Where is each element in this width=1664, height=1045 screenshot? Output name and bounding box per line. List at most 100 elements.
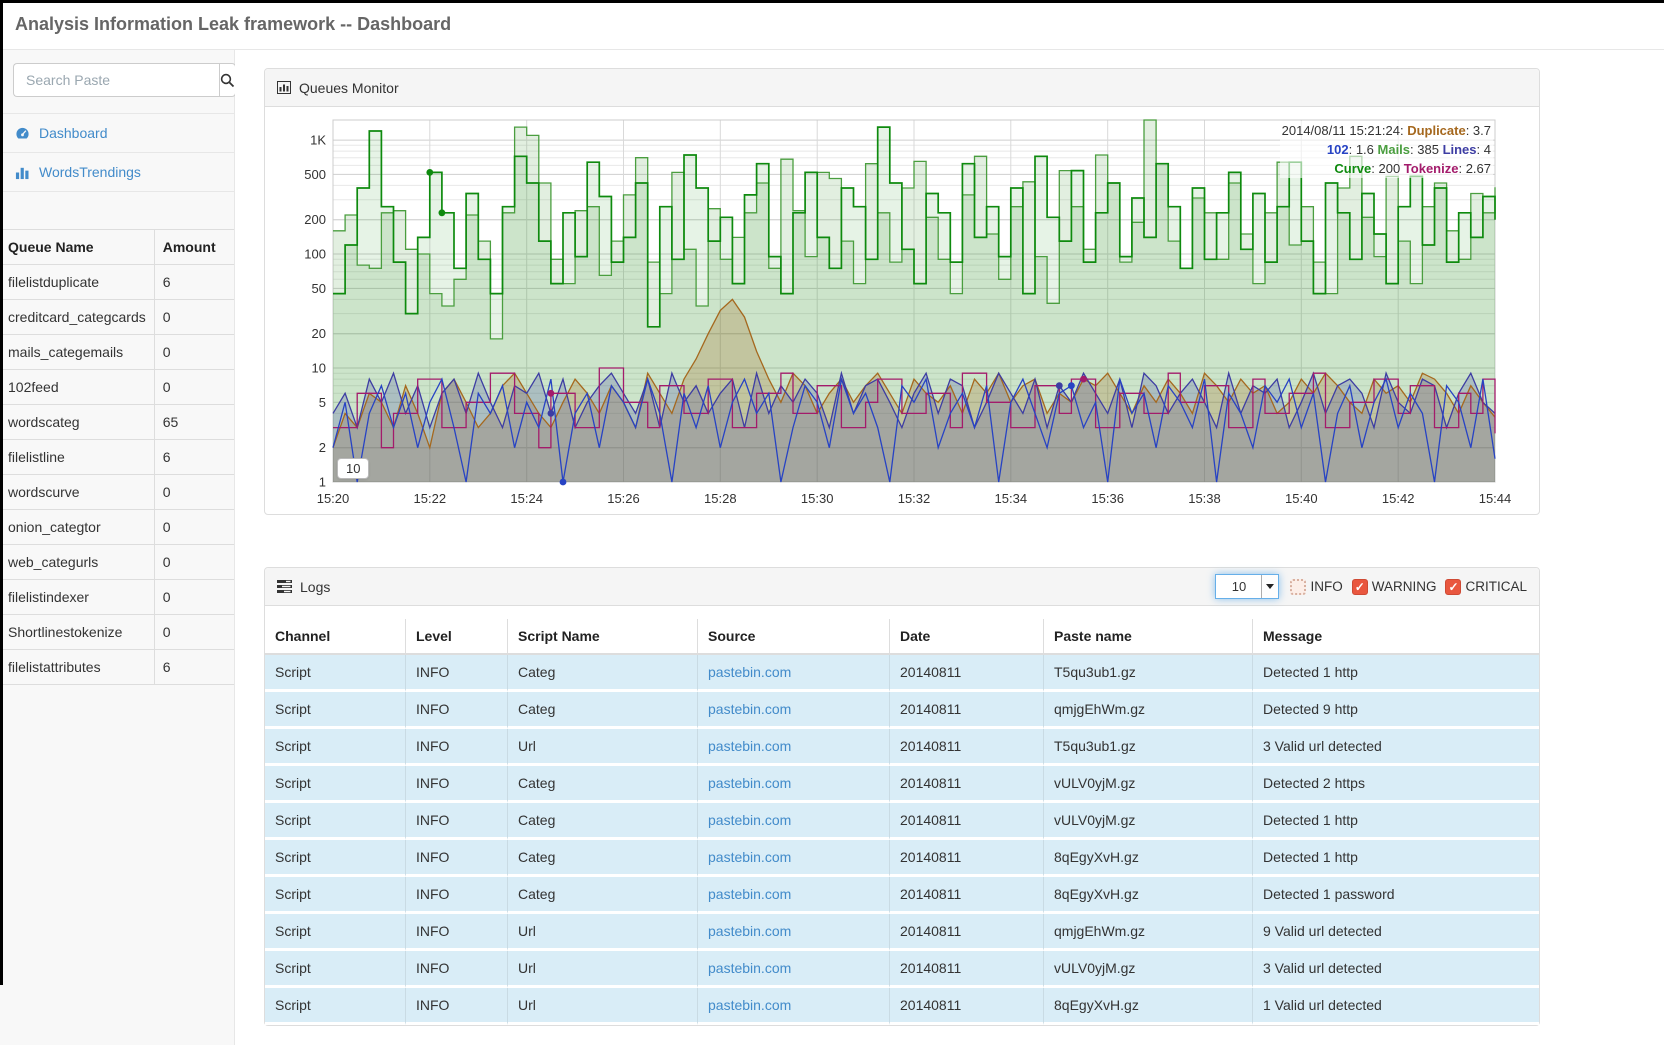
search-form — [13, 63, 221, 97]
source-link[interactable]: pastebin.com — [708, 849, 791, 865]
log-cell: 20140811 — [890, 840, 1044, 877]
sidebar-item-label: Dashboard — [39, 125, 108, 141]
log-cell: pastebin.com — [698, 692, 890, 729]
source-link[interactable]: pastebin.com — [708, 960, 791, 976]
warning-checkbox[interactable]: ✓ — [1352, 579, 1368, 595]
source-link[interactable]: pastebin.com — [708, 886, 791, 902]
svg-text:1K: 1K — [310, 133, 326, 148]
log-cell: INFO — [406, 914, 508, 951]
legend-series-name: Duplicate — [1407, 123, 1466, 138]
log-cell: pastebin.com — [698, 803, 890, 840]
queue-name-cell: mails_categemails — [0, 335, 154, 370]
logs-column-header: Level — [406, 619, 508, 655]
log-cell: Detected 1 http — [1253, 655, 1539, 692]
log-cell: INFO — [406, 988, 508, 1025]
log-cell: pastebin.com — [698, 655, 890, 692]
svg-text:15:20: 15:20 — [317, 491, 350, 506]
filter-warning[interactable]: ✓WARNING — [1352, 579, 1437, 595]
source-link[interactable]: pastebin.com — [708, 738, 791, 754]
legend-series-value: : 385 — [1410, 142, 1443, 157]
log-cell: T5qu3ub1.gz — [1044, 655, 1253, 692]
legend-series-value: : 1.6 — [1349, 142, 1378, 157]
source-link[interactable]: pastebin.com — [708, 997, 791, 1013]
legend-series-name: Mails — [1378, 142, 1411, 157]
log-cell: INFO — [406, 692, 508, 729]
queue-name-cell: filelistline — [0, 440, 154, 475]
source-link[interactable]: pastebin.com — [708, 775, 791, 791]
log-cell: Detected 9 http — [1253, 692, 1539, 729]
log-cell: 20140811 — [890, 914, 1044, 951]
queue-amount-cell: 0 — [154, 545, 234, 580]
log-cell: INFO — [406, 803, 508, 840]
queue-amount-cell: 6 — [154, 265, 234, 300]
source-link[interactable]: pastebin.com — [708, 664, 791, 680]
log-cell: 20140811 — [890, 729, 1044, 766]
logs-table-header: ChannelLevelScript NameSourceDatePaste n… — [265, 619, 1539, 655]
svg-text:15:30: 15:30 — [801, 491, 834, 506]
queue-name-cell: filelistindexer — [0, 580, 154, 615]
queue-row: mails_categemails0 — [0, 335, 234, 370]
sidebar-item-dashboard[interactable]: Dashboard — [0, 114, 234, 153]
critical-checkbox[interactable]: ✓ — [1445, 579, 1461, 595]
log-cell: INFO — [406, 840, 508, 877]
filter-critical[interactable]: ✓CRITICAL — [1445, 579, 1527, 595]
logs-table: ChannelLevelScript NameSourceDatePaste n… — [265, 619, 1539, 1025]
queues-chart-area: 1K50020010050201052115:2015:2215:2415:26… — [265, 107, 1539, 514]
queue-row: web_categurls0 — [0, 545, 234, 580]
log-cell: Detected 1 http — [1253, 803, 1539, 840]
window-edge-left — [0, 0, 3, 985]
queue-row: wordscateg65 — [0, 405, 234, 440]
log-cell: Detected 1 password — [1253, 877, 1539, 914]
log-cell: 8qEgyXvH.gz — [1044, 988, 1253, 1025]
log-cell: 8qEgyXvH.gz — [1044, 840, 1253, 877]
queue-amount-cell: 0 — [154, 475, 234, 510]
queue-name-cell: filelistduplicate — [0, 265, 154, 300]
svg-text:15:22: 15:22 — [414, 491, 447, 506]
queue-row: filelistindexer0 — [0, 580, 234, 615]
search-input[interactable] — [13, 63, 219, 97]
filter-info[interactable]: INFO — [1290, 579, 1342, 595]
logs-column-header: Script Name — [508, 619, 698, 655]
log-cell: INFO — [406, 877, 508, 914]
log-cell: 20140811 — [890, 803, 1044, 840]
window-edge-top — [0, 0, 1664, 3]
log-cell: Script — [265, 988, 406, 1025]
log-row: ScriptINFOUrlpastebin.com201408118qEgyXv… — [265, 988, 1539, 1025]
logs-column-header: Date — [890, 619, 1044, 655]
log-cell: Categ — [508, 655, 698, 692]
info-checkbox[interactable] — [1290, 579, 1306, 595]
legend-series-value: : 200 — [1371, 161, 1404, 176]
log-cell: Url — [508, 951, 698, 988]
svg-text:500: 500 — [304, 167, 326, 182]
log-row: ScriptINFOUrlpastebin.com20140811qmjgEhW… — [265, 914, 1539, 951]
queue-amount-cell: 0 — [154, 615, 234, 650]
legend-series-name: Lines — [1443, 142, 1477, 157]
log-cell: vULV0yjM.gz — [1044, 766, 1253, 803]
log-cell: Script — [265, 655, 406, 692]
queue-row: filelistduplicate6 — [0, 265, 234, 300]
log-row: ScriptINFOCategpastebin.com20140811qmjgE… — [265, 692, 1539, 729]
source-link[interactable]: pastebin.com — [708, 701, 791, 717]
source-link[interactable]: pastebin.com — [708, 812, 791, 828]
sidebar-item-wordstrendings[interactable]: WordsTrendings — [0, 153, 234, 192]
page-size-select[interactable]: 10 — [1215, 574, 1279, 599]
search-button[interactable] — [219, 63, 236, 97]
select-caret-icon[interactable] — [1261, 575, 1278, 598]
chart-legend-row: Curve: 200 Tokenize: 2.67 — [1282, 159, 1491, 178]
svg-text:1: 1 — [319, 475, 326, 490]
log-cell: Url — [508, 988, 698, 1025]
queues-monitor-title: Queues Monitor — [299, 80, 399, 96]
page-title: Analysis Information Leak framework -- D… — [15, 14, 451, 35]
main-content: Queues Monitor 1K50020010050201052115:20… — [235, 50, 1664, 1045]
log-cell: Script — [265, 951, 406, 988]
log-cell: INFO — [406, 655, 508, 692]
log-cell: Script — [265, 692, 406, 729]
log-cell: Script — [265, 840, 406, 877]
svg-text:20: 20 — [312, 326, 326, 341]
sidebar-item-label: WordsTrendings — [39, 164, 141, 180]
svg-text:15:34: 15:34 — [995, 491, 1028, 506]
queue-name-header: Queue Name — [0, 230, 154, 265]
log-cell: Url — [508, 729, 698, 766]
source-link[interactable]: pastebin.com — [708, 923, 791, 939]
queue-table-header: Queue Name Amount — [0, 230, 234, 265]
